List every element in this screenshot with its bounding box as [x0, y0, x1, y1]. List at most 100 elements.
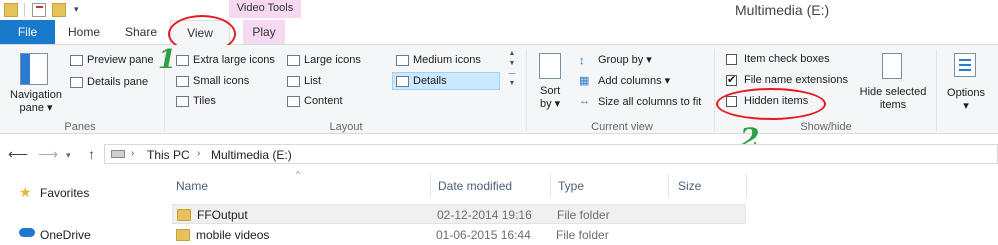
file-date-modified: 01-06-2015 16:44: [436, 228, 531, 242]
layout-details[interactable]: Details: [392, 72, 500, 90]
sort-by-button[interactable]: Sort by ▾: [536, 51, 570, 115]
nav-item-onedrive[interactable]: OneDrive: [40, 228, 91, 242]
file-name-extensions-label: File name extensions: [744, 74, 848, 86]
details-icon: [396, 75, 409, 87]
address-bar[interactable]: › This PC › Multimedia (E:): [104, 144, 998, 164]
group-separator: [526, 49, 527, 131]
layout-list[interactable]: List: [287, 74, 321, 88]
layout-medium-icons[interactable]: Medium icons: [396, 53, 481, 67]
recent-locations-chevron-icon[interactable]: ▾: [66, 150, 71, 161]
ribbon: Navigation pane ▾ Preview pane Details p…: [0, 45, 998, 134]
file-name: FFOutput: [197, 208, 248, 222]
file-type: File folder: [557, 208, 610, 222]
sort-by-label: Sort by ▾: [540, 85, 561, 110]
sort-ascending-icon: ^: [296, 170, 300, 179]
column-separator[interactable]: [668, 174, 669, 198]
tab-play[interactable]: Play: [243, 20, 285, 44]
navigation-pane-icon: [20, 53, 48, 85]
group-label-show-hide: Show/hide: [800, 121, 852, 133]
layout-small-icons[interactable]: Small icons: [176, 74, 249, 88]
layout-extra-large-icons[interactable]: Extra large icons: [176, 53, 275, 67]
star-icon: ★: [19, 184, 32, 200]
forward-arrow-icon[interactable]: ⟶: [38, 146, 58, 163]
column-header-date-modified[interactable]: Date modified: [438, 179, 512, 193]
column-header-type[interactable]: Type: [558, 179, 584, 193]
item-check-boxes-label: Item check boxes: [744, 53, 830, 65]
navigation-pane: ★ Favorites OneDrive: [0, 172, 160, 244]
layout-gallery: Extra large icons Large icons Medium ico…: [172, 51, 504, 111]
add-columns-button[interactable]: Add columns ▾: [598, 74, 670, 88]
details-pane-button[interactable]: Details pane: [70, 75, 148, 89]
preview-pane-button[interactable]: Preview pane: [70, 53, 154, 67]
address-bar-row: ⟵ ⟶ ▾ ↑ › This PC › Multimedia (E:): [0, 142, 998, 168]
column-separator[interactable]: [550, 174, 551, 198]
preview-pane-label: Preview pane: [87, 54, 154, 66]
layout-large-icons[interactable]: Large icons: [287, 53, 361, 67]
navigation-pane-label: Navigation pane ▾: [10, 89, 62, 114]
breadcrumb-this-pc[interactable]: This PC: [147, 148, 190, 162]
list-icon: [287, 75, 300, 87]
sort-by-icon: [539, 53, 561, 79]
group-separator: [714, 49, 715, 131]
drive-icon: [111, 150, 125, 158]
folder-icon: [176, 229, 190, 241]
tab-home[interactable]: Home: [60, 20, 108, 44]
navigation-pane-button[interactable]: Navigation pane ▾: [6, 49, 66, 115]
new-folder-icon[interactable]: [52, 3, 66, 17]
column-separator[interactable]: [746, 174, 747, 198]
group-by-button[interactable]: Group by ▾: [598, 53, 652, 67]
group-label-current-view: Current view: [591, 121, 653, 133]
small-icons-icon: [176, 75, 189, 87]
hide-selected-items-label: Hide selected items: [859, 86, 927, 111]
column-header-size[interactable]: Size: [678, 179, 701, 193]
group-label-panes: Panes: [64, 121, 96, 133]
options-button[interactable]: Options ▾: [940, 51, 992, 115]
back-arrow-icon[interactable]: ⟵: [8, 146, 28, 163]
layout-tiles[interactable]: Tiles: [176, 94, 216, 108]
title-bar: ▾ Video Tools Multimedia (E:): [0, 0, 998, 22]
tab-file[interactable]: File: [0, 20, 55, 44]
context-tab-header: Video Tools: [229, 0, 301, 18]
hidden-items-highlight-ellipse: [716, 88, 826, 120]
up-arrow-icon[interactable]: ↑: [88, 146, 95, 162]
details-pane-label: Details pane: [87, 76, 149, 88]
folder-icon: [177, 209, 191, 221]
details-pane-icon: [70, 76, 83, 88]
tab-share[interactable]: Share: [115, 20, 167, 44]
hide-selected-items-icon: [882, 53, 902, 79]
options-label: Options ▾: [947, 87, 985, 112]
options-icon: [954, 53, 976, 77]
tiles-icon: [176, 95, 189, 107]
group-separator: [936, 49, 937, 131]
layout-content[interactable]: Content: [287, 94, 343, 108]
table-row[interactable]: FFOutput 02-12-2014 19:16 File folder: [172, 204, 746, 224]
table-row[interactable]: mobile videos 01-06-2015 16:44 File fold…: [172, 225, 746, 245]
cloud-icon: [19, 228, 35, 237]
toolbar-separator: [24, 3, 25, 17]
breadcrumb-separator-icon[interactable]: ›: [197, 148, 200, 159]
preview-pane-icon: [70, 54, 83, 66]
size-all-columns-button[interactable]: Size all columns to fit: [598, 95, 701, 109]
layout-gallery-scroll[interactable]: ▲ ▼ — ▼: [506, 49, 518, 111]
ribbon-tabs: File Home Share View Play: [0, 20, 998, 46]
folder-icon: [4, 3, 18, 17]
file-type: File folder: [556, 228, 609, 242]
hide-selected-items-button[interactable]: Hide selected items: [856, 51, 930, 115]
extra-large-icons-icon: [176, 54, 189, 66]
properties-icon[interactable]: [32, 3, 46, 17]
column-header-name[interactable]: Name: [176, 179, 208, 193]
column-separator[interactable]: [430, 174, 431, 198]
customize-quick-access-icon[interactable]: ▾: [74, 4, 79, 15]
breadcrumb-separator-icon[interactable]: ›: [131, 148, 134, 159]
large-icons-icon: [287, 54, 300, 66]
column-tools-icons: ↕ ▦ ↔: [579, 55, 590, 107]
group-label-layout: Layout: [329, 121, 363, 133]
nav-item-favorites[interactable]: Favorites: [40, 186, 89, 200]
medium-icons-icon: [396, 54, 409, 66]
file-list: ^ Name Date modified Type Size FFOutput …: [168, 170, 998, 245]
file-date-modified: 02-12-2014 19:16: [437, 208, 532, 222]
item-check-boxes-checkbox[interactable]: [726, 54, 737, 65]
file-name-extensions-checkbox[interactable]: [726, 73, 737, 86]
content-icon: [287, 95, 300, 107]
breadcrumb-multimedia[interactable]: Multimedia (E:): [211, 148, 292, 162]
